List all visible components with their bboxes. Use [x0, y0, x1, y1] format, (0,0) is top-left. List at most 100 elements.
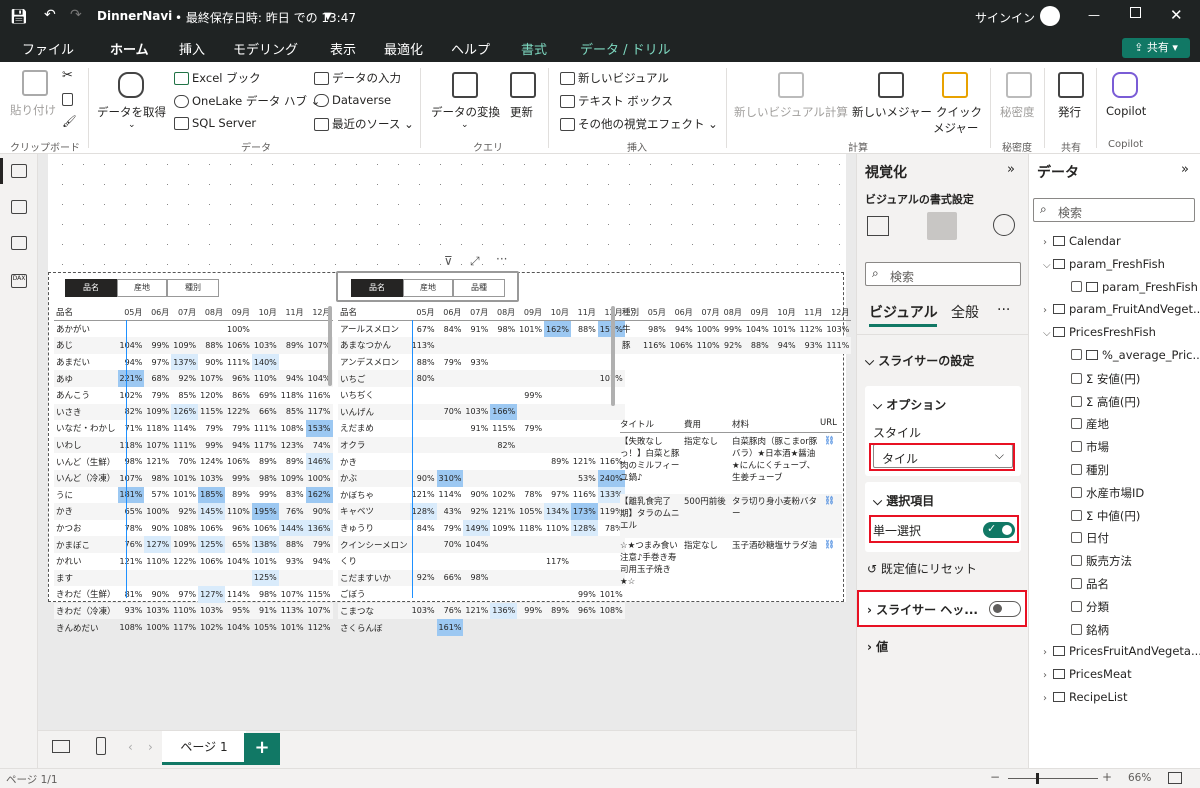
table-row[interactable]: オクラ 82%	[338, 436, 625, 454]
paste-button[interactable]: 貼り付け	[10, 102, 56, 118]
tab-help[interactable]: ヘルプ	[451, 39, 490, 58]
viz-search-box[interactable]: ⌕ 検索	[865, 262, 1021, 286]
table-row[interactable]: いちご80%101%	[338, 370, 625, 387]
header-month[interactable]: 10月	[544, 304, 571, 322]
fit-to-page-icon[interactable]	[1168, 772, 1182, 784]
dataverse-button[interactable]: Dataverse	[314, 93, 391, 107]
table-node[interactable]: › PricesMeat	[1043, 667, 1132, 681]
mobile-layout-icon[interactable]	[96, 737, 106, 755]
table-row[interactable]: いさき 82% 109% 126% 115% 122% 66% 85% 117%	[54, 403, 333, 421]
excel-button[interactable]: Excel ブック	[174, 70, 261, 86]
header-month[interactable]: 09月	[743, 304, 771, 322]
header-month[interactable]: 11月	[797, 304, 825, 322]
data-search-box[interactable]: ⌕ 検索	[1033, 198, 1195, 222]
link-icon[interactable]: ⛓	[824, 496, 835, 506]
header-month[interactable]: 06月	[436, 304, 464, 322]
textbox-button[interactable]: テキスト ボックス	[560, 93, 673, 109]
table-row[interactable]: かつお 78% 90% 108% 106% 96% 106% 144% 136%	[54, 519, 333, 537]
chevron-right-icon[interactable]: ›	[148, 740, 153, 754]
field-node[interactable]: 種別	[1071, 462, 1109, 478]
field-checkbox[interactable]	[1071, 418, 1082, 430]
field-checkbox[interactable]	[1071, 509, 1082, 521]
redo-icon[interactable]: ↷	[70, 7, 82, 23]
table-row[interactable]: きゅうり 84% 79% 149% 109% 118% 110% 128% 78%	[338, 519, 625, 537]
tab-data-drill[interactable]: データ / ドリル	[580, 39, 671, 58]
field-checkbox[interactable]	[1071, 349, 1082, 360]
chevron-down-icon[interactable]: ▼	[324, 11, 332, 22]
recipe-header[interactable]: URL	[820, 418, 837, 428]
slicer-settings-section[interactable]: ⌵ スライサーの設定	[865, 352, 974, 369]
tab-file[interactable]: ファイル	[22, 39, 74, 58]
field-node[interactable]: Σ 高値(円)	[1071, 394, 1140, 410]
table-row[interactable]: アールスメロン67%84%91%98%101%162%88%157%	[338, 320, 625, 338]
table-node[interactable]: › param_FruitAndVeget...	[1043, 302, 1200, 316]
table-row[interactable]: いなだ・わかし 71% 118% 114% 79% 79% 111% 108% 153%	[54, 420, 333, 437]
more-visuals-button[interactable]: その他の視覚エフェクト ⌄	[560, 116, 718, 132]
recipe-table[interactable]: タイトル 費用 材料 URL 【失敗なしっ！】白菜と豚肉のミルフィーユ鍋♪ 指定なし 白菜豚…	[620, 418, 842, 600]
format-visual-icon[interactable]	[927, 212, 957, 240]
more-options-icon[interactable]: ···	[496, 252, 507, 266]
header-month[interactable]: 08月	[490, 304, 518, 322]
table-row[interactable]: 豚 116% 106% 110% 92% 88% 94% 93% 111%	[620, 337, 852, 354]
onelake-button[interactable]: OneLake データ ハブ ⌄	[174, 93, 320, 109]
close-icon[interactable]: ✕	[1170, 6, 1183, 24]
model-view-icon[interactable]	[11, 236, 27, 250]
format-painter-icon[interactable]: 🖌︎	[62, 114, 77, 128]
table-row[interactable]: きわだ（生鮮） 81% 90% 97% 127% 114% 98% 107% 115%	[54, 586, 333, 603]
header-month[interactable]: 05月	[641, 304, 668, 322]
new-visual-button[interactable]: 新しいビジュアル	[560, 70, 669, 86]
zoom-out-icon[interactable]: −	[990, 770, 1000, 784]
header-month[interactable]: 05月	[117, 304, 145, 322]
table-row[interactable]: アンデスメロン 88% 79% 93%	[338, 354, 625, 371]
table-row[interactable]: かき 89% 121% 116%	[338, 453, 625, 470]
chevron-right-icon[interactable]: ›	[1043, 237, 1053, 248]
tab-view[interactable]: 表示	[330, 39, 356, 58]
new-measure-button[interactable]: 新しいメジャー	[852, 104, 932, 120]
table-row[interactable]: くり 117%	[338, 553, 625, 570]
header-month[interactable]: 08月	[721, 304, 744, 322]
transform-data-button[interactable]: データの変換	[431, 104, 500, 120]
data-search-input[interactable]: 検索	[1058, 204, 1082, 221]
options-section[interactable]: ⌵ オプション	[873, 396, 946, 413]
field-checkbox[interactable]	[1071, 555, 1082, 567]
header-month[interactable]: 10月	[251, 304, 279, 322]
minimize-icon[interactable]: —	[1088, 8, 1100, 22]
field-node[interactable]: 品名	[1071, 576, 1109, 592]
field-checkbox[interactable]	[1071, 395, 1082, 407]
tab-insert[interactable]: 挿入	[179, 39, 205, 58]
slicer-tile-hinmei[interactable]: 品名	[65, 279, 117, 297]
chevron-down-icon[interactable]: ⌄	[461, 120, 469, 130]
matrix-fruit-vegetable[interactable]: 品名05月06月07月08月09月10月11月12月アールスメロン67%84%9…	[338, 304, 625, 636]
matrix-meat[interactable]: 種別 05月 06月 07月 08月 09月 10月 11月 12月牛 98% 94% 100% 99%…	[620, 304, 852, 354]
copilot-button[interactable]: Copilot	[1106, 104, 1146, 118]
table-row[interactable]: ごぼう 99% 101%	[338, 586, 625, 603]
header-month[interactable]: 09月	[225, 304, 252, 322]
build-visual-icon[interactable]	[867, 216, 889, 236]
table-node[interactable]: › RecipeList	[1043, 690, 1128, 704]
field-node[interactable]: 日付	[1071, 530, 1109, 546]
table-row[interactable]: あじ 104% 99% 109% 88% 106% 103% 89% 107%	[54, 337, 333, 354]
chevron-right-icon[interactable]: ›	[1043, 647, 1053, 658]
table-node[interactable]: › Calendar	[1043, 234, 1121, 248]
chevron-down-icon[interactable]: ⌵	[1043, 260, 1053, 271]
quick-measure-button[interactable]: クイック	[936, 104, 982, 120]
avatar-icon[interactable]	[1040, 6, 1060, 26]
zoom-slider[interactable]	[1008, 778, 1098, 779]
header-month[interactable]: 07月	[463, 304, 491, 322]
viz-search-input[interactable]: 検索	[890, 268, 914, 285]
new-visual-calc-button[interactable]: 新しいビジュアル計算	[734, 104, 848, 120]
header-month[interactable]: 05月	[409, 304, 437, 322]
field-checkbox[interactable]	[1071, 532, 1082, 544]
filter-icon[interactable]: ⊽	[444, 254, 453, 268]
copy-icon[interactable]	[62, 92, 76, 106]
table-row[interactable]: さくらんぼ 161%	[338, 619, 625, 636]
table-node[interactable]: › PricesFruitAndVegeta...	[1043, 644, 1200, 658]
save-icon[interactable]: 💾︎	[10, 9, 28, 25]
chevron-right-icon[interactable]: ›	[1043, 305, 1053, 316]
table-row[interactable]: あかがい 100%	[54, 321, 333, 338]
field-checkbox[interactable]	[1071, 578, 1082, 589]
tab-home[interactable]: ホーム	[108, 39, 151, 65]
header-month[interactable]: 07月	[694, 304, 722, 322]
table-row[interactable]: こまつな 103% 76% 121% 136% 99% 89% 96% 108%	[338, 602, 625, 620]
analytics-icon[interactable]	[993, 214, 1015, 236]
